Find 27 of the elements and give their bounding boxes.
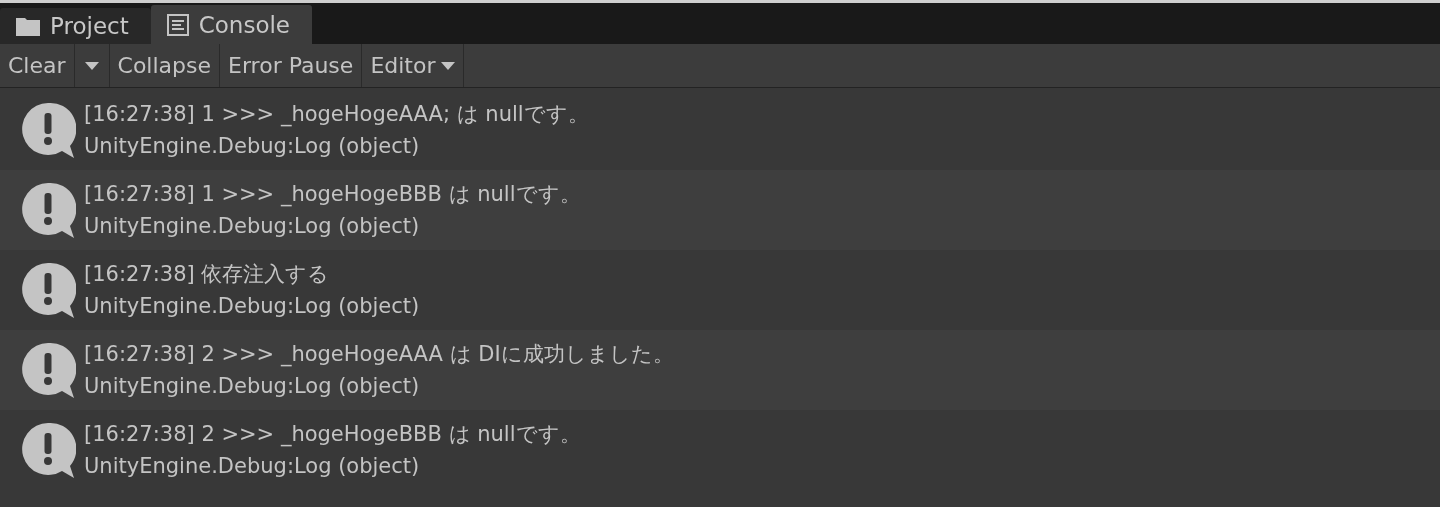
caret-icon (84, 61, 99, 70)
stack-trace: UnityEngine.Debug:Log (object) (84, 453, 421, 480)
dropdown-button[interactable]: Editor (362, 44, 465, 87)
log-message: [16:27:38] 1 >>> _hogeHogeAAA; は nullです。 (84, 101, 589, 129)
log-message: [16:27:38] 2 >>> _hogeHogeAAA は DIに成功しました。 (84, 341, 674, 369)
log-entry[interactable]: [16:27:38] 1 >>> _hogeHogeBBB は nullです。 UnityEngine.Debug:Log (object) (0, 170, 1440, 250)
stack-trace: UnityEngine.Debug:Log (object) (84, 213, 421, 240)
toolbar-button[interactable]: Error Pause (220, 44, 363, 87)
tab[interactable]: Project (0, 8, 151, 44)
log-message: [16:27:38] 2 >>> _hogeHogeBBB は nullです。 (84, 421, 581, 449)
stack-trace: UnityEngine.Debug:Log (object) (84, 373, 421, 400)
folder-icon (16, 16, 40, 36)
tab[interactable]: Console (150, 5, 312, 44)
stack-trace: UnityEngine.Debug:Log (object) (84, 293, 420, 320)
log-message: [16:27:38] 1 >>> _hogeHogeBBB は nullです。 (84, 181, 581, 209)
info-speech-bubble-icon (20, 341, 76, 399)
info-speech-bubble-icon (20, 421, 76, 479)
toolbar-button[interactable]: Clear (0, 44, 75, 87)
log-entry[interactable]: [16:27:38] 2 >>> _hogeHogeAAA は DIに成功しました。 UnityEngine.Debug:Log (object) (0, 330, 1440, 410)
info-speech-bubble-icon (20, 101, 76, 159)
info-speech-bubble-icon (20, 181, 76, 239)
stack-trace: UnityEngine.Debug:Log (object) (84, 133, 421, 160)
toolbar-button[interactable]: Collapse (109, 44, 221, 87)
caret-icon (441, 61, 456, 70)
info-speech-bubble-icon (20, 261, 76, 319)
console-icon (166, 13, 189, 36)
log-message: [16:27:38] 依存注入する (84, 261, 331, 288)
